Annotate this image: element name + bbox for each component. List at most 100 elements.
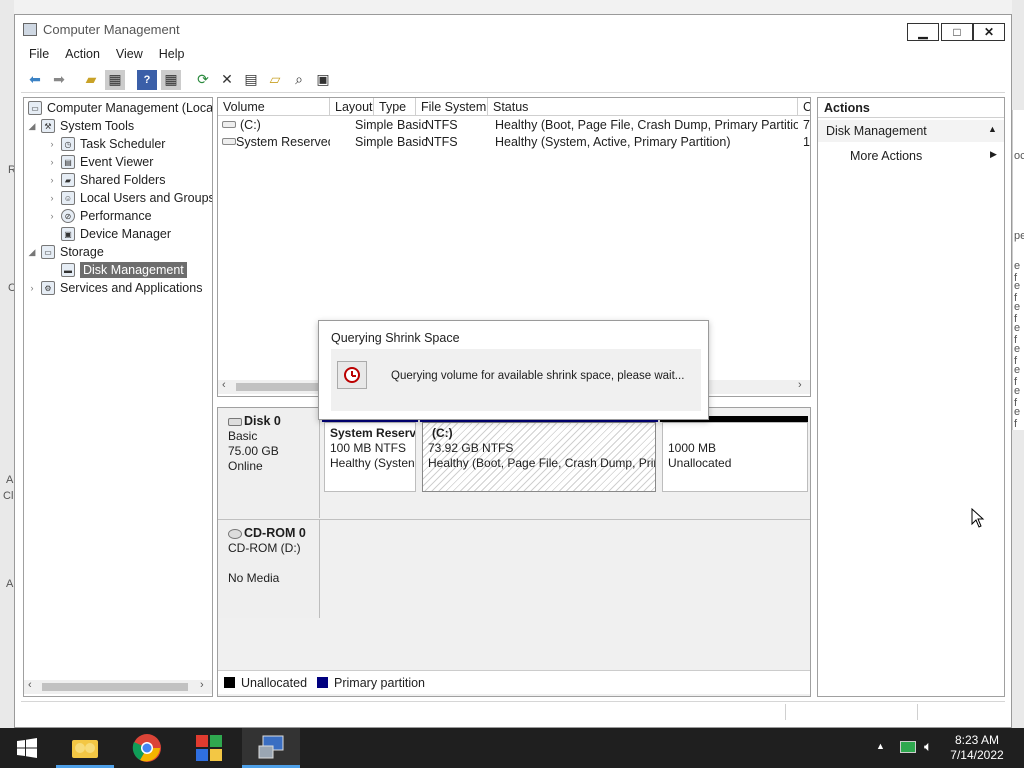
disk-graphical-view: Disk 0 Basic 75.00 GB Online System Rese… — [217, 407, 811, 697]
collapse-arrow-icon[interactable]: › — [46, 157, 58, 167]
capacity-cell: 73 — [803, 118, 810, 132]
partition-unallocated[interactable]: 1000 MB Unallocated — [662, 422, 808, 492]
tree-horizontal-scrollbar[interactable]: ‹ › — [24, 679, 212, 694]
tree-item-event-viewer[interactable]: › ▤ Event Viewer — [46, 153, 153, 171]
minimize-button[interactable]: ▁ — [907, 23, 939, 41]
expand-arrow-icon[interactable]: ◢ — [26, 247, 38, 258]
tree-item-local-users[interactable]: › ☺ Local Users and Groups — [46, 189, 212, 207]
partition-size: 1000 MB — [668, 441, 717, 455]
tree-item-disk-management[interactable]: ▬ Disk Management — [58, 261, 187, 279]
scroll-right-icon[interactable]: › — [200, 679, 204, 691]
search-icon[interactable]: ⌕ — [289, 70, 309, 90]
tools-icon: ⚒ — [41, 119, 55, 133]
maximize-button[interactable]: □ — [941, 23, 973, 41]
computer-icon: ▭ — [28, 101, 42, 115]
performance-icon: ⊘ — [61, 209, 75, 223]
scroll-right-icon[interactable]: › — [798, 379, 802, 391]
speaker-icon[interactable]: 🔈︎ — [924, 738, 932, 755]
network-icon[interactable] — [900, 741, 916, 753]
refresh-icon[interactable]: ⟳ — [193, 70, 213, 90]
up-folder-icon[interactable]: ▰ — [81, 70, 101, 90]
more-actions-label: More Actions — [850, 149, 923, 163]
scroll-left-icon[interactable]: ‹ — [222, 379, 226, 391]
actions-section-label: Disk Management — [826, 124, 927, 138]
clock-icon: ◷ — [61, 137, 75, 151]
legend: Unallocated Primary partition — [218, 670, 810, 694]
expand-arrow-icon[interactable]: ◢ — [26, 121, 38, 132]
column-header-type[interactable]: Type — [374, 98, 416, 116]
collapse-up-icon[interactable]: ▲ — [988, 124, 997, 134]
disk-name: Disk 0 — [244, 414, 281, 428]
tree-item-system-tools[interactable]: ◢ ⚒ System Tools — [26, 117, 134, 135]
tree-item-storage[interactable]: ◢ ▭ Storage — [26, 243, 104, 261]
column-header-status[interactable]: Status — [488, 98, 798, 116]
close-button[interactable]: ✕ — [973, 23, 1005, 41]
cdrom-media: No Media — [228, 571, 280, 585]
tree-item-performance[interactable]: › ⊘ Performance — [46, 207, 152, 225]
partition-c-drive[interactable]: (C:) 73.92 GB NTFS Healthy (Boot, Page F… — [422, 422, 656, 492]
scroll-thumb[interactable] — [236, 383, 326, 391]
delete-icon[interactable]: ✕ — [217, 70, 237, 90]
shared-folder-icon: ▰ — [61, 173, 75, 187]
back-arrow-icon[interactable]: ⬅ — [25, 70, 45, 90]
taskbar-file-explorer[interactable] — [56, 728, 114, 768]
taskbar-computer-management[interactable] — [242, 728, 300, 768]
toolbar: ⬅ ➡ ▰ ▦ ? ▦ ⟳ ✕ ▤ ▱ ⌕ ▣ — [21, 67, 1005, 93]
menu-bar: File Action View Help — [21, 45, 193, 65]
show-hidden-icons-icon[interactable]: ▲ — [876, 741, 885, 751]
file-system-cell: NTFS — [425, 118, 458, 132]
column-header-layout[interactable]: Layout — [330, 98, 374, 116]
disk-icon[interactable]: ▣ — [313, 70, 333, 90]
querying-shrink-space-dialog[interactable]: Querying Shrink Space Querying volume fo… — [318, 320, 709, 420]
forward-arrow-icon[interactable]: ➡ — [49, 70, 69, 90]
menu-help[interactable]: Help — [151, 45, 193, 65]
clock-time: 8:23 AM — [954, 733, 1000, 747]
partition-name: (C:) — [432, 426, 453, 440]
collapse-arrow-icon[interactable]: › — [46, 175, 58, 185]
column-header-capacity[interactable]: C — [798, 98, 810, 116]
tree-item-shared-folders[interactable]: › ▰ Shared Folders — [46, 171, 165, 189]
status-cell: Healthy (System, Active, Primary Partiti… — [495, 135, 731, 149]
show-hide-tree-icon[interactable]: ▦ — [105, 69, 125, 90]
title-bar[interactable]: Computer Management ▁ □ ✕ — [15, 15, 1011, 43]
collapse-arrow-icon[interactable]: › — [46, 193, 58, 203]
actions-section-disk-management[interactable]: Disk Management ▲ — [818, 120, 1004, 142]
partition-system-reserved[interactable]: System Reserv 100 MB NTFS Healthy (Syste… — [324, 422, 416, 492]
column-header-file-system[interactable]: File System — [416, 98, 488, 116]
menu-action[interactable]: Action — [57, 45, 108, 65]
taskbar-chrome[interactable] — [118, 728, 176, 768]
storage-icon: ▭ — [41, 245, 55, 259]
drive-icon — [222, 138, 236, 145]
windows-logo-icon — [17, 738, 37, 758]
clock[interactable]: 8:23 AM 7/14/2022 — [944, 733, 1010, 763]
collapse-arrow-icon[interactable]: › — [46, 139, 58, 149]
collapse-arrow-icon[interactable]: › — [26, 283, 38, 293]
taskbar-app[interactable] — [180, 728, 238, 768]
tree-item-services[interactable]: › ⚙ Services and Applications — [26, 279, 202, 297]
tree-item-task-scheduler[interactable]: › ◷ Task Scheduler — [46, 135, 165, 153]
menu-view[interactable]: View — [108, 45, 151, 65]
status-cell: Healthy (Boot, Page File, Crash Dump, Pr… — [495, 118, 798, 132]
tree-item-device-manager[interactable]: ▣ Device Manager — [58, 225, 171, 243]
desktop-left-strip: R C A Cl A — [0, 0, 16, 728]
collapse-arrow-icon[interactable]: › — [46, 211, 58, 221]
partition-size: 73.92 GB NTFS — [428, 441, 514, 455]
legend-swatch-primary — [317, 677, 329, 688]
scroll-thumb[interactable] — [42, 683, 188, 691]
help-icon[interactable]: ? — [137, 69, 157, 90]
cdrom-0-label[interactable]: CD-ROM 0 CD-ROM (D:) No Media — [218, 520, 320, 618]
desktop-fragment: pe — [1014, 230, 1024, 242]
disk-0-label[interactable]: Disk 0 Basic 75.00 GB Online — [218, 408, 320, 518]
disk-type: Basic — [228, 429, 258, 443]
scroll-left-icon[interactable]: ‹ — [28, 679, 32, 691]
more-actions-item[interactable]: More Actions ▶ — [818, 146, 1004, 166]
tree-item-computer-management[interactable]: ▭ Computer Management (Local — [26, 99, 212, 117]
start-button[interactable] — [0, 728, 54, 768]
column-header-volume[interactable]: Volume — [218, 98, 330, 116]
menu-file[interactable]: File — [21, 45, 57, 65]
console-tree: ▭ Computer Management (Local ◢ ⚒ System Too… — [23, 97, 213, 697]
open-folder-icon[interactable]: ▱ — [265, 70, 285, 90]
taskbar: ▲ 🔈︎ 8:23 AM 7/14/2022 — [0, 728, 1024, 768]
properties-pane-icon[interactable]: ▦ — [161, 69, 181, 90]
properties-icon[interactable]: ▤ — [241, 70, 261, 90]
